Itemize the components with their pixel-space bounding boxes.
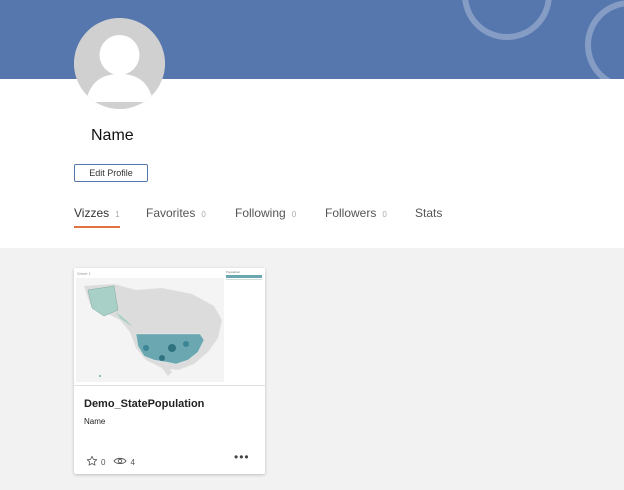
tab-label: Favorites	[146, 206, 196, 220]
tab-followers[interactable]: Followers 0	[325, 206, 387, 228]
map-thumbnail-image: Sheet 1 Population	[74, 268, 265, 385]
tab-count: 0	[291, 210, 297, 219]
banner-decoration	[462, 0, 552, 40]
favorites-count: 0	[101, 457, 106, 467]
viz-thumbnail[interactable]: Sheet 1 Population	[74, 268, 265, 386]
tab-following[interactable]: Following 0	[235, 206, 296, 228]
tab-label: Stats	[415, 206, 443, 220]
tab-label: Following	[235, 206, 286, 220]
more-icon[interactable]: •••	[234, 450, 250, 464]
tab-count: 0	[201, 210, 206, 219]
tab-stats[interactable]: Stats	[415, 206, 442, 228]
views-count: 4	[130, 457, 135, 467]
avatar	[74, 18, 165, 109]
viz-author[interactable]: Name	[84, 417, 105, 426]
tab-count: 1	[115, 210, 120, 219]
star-icon[interactable]	[86, 455, 98, 469]
tab-favorites[interactable]: Favorites 0	[146, 206, 206, 228]
edit-profile-button[interactable]: Edit Profile	[74, 164, 148, 182]
tab-count: 0	[382, 210, 387, 219]
profile-name: Name	[91, 127, 134, 144]
thumb-sheet-label: Sheet 1	[77, 271, 92, 276]
tab-label: Vizzes	[74, 206, 110, 220]
viz-title[interactable]: Demo_StatePopulation	[84, 398, 204, 410]
thumb-legend-title: Population	[226, 270, 241, 274]
banner-decoration	[585, 0, 624, 79]
eye-icon	[113, 456, 128, 468]
viz-card[interactable]: Sheet 1 Population Demo_StatePopulation …	[74, 268, 265, 474]
viz-stats: 0 4	[86, 455, 135, 469]
tab-vizzes[interactable]: Vizzes 1	[74, 206, 120, 228]
user-avatar-icon	[74, 18, 165, 109]
tab-label: Followers	[325, 206, 377, 220]
